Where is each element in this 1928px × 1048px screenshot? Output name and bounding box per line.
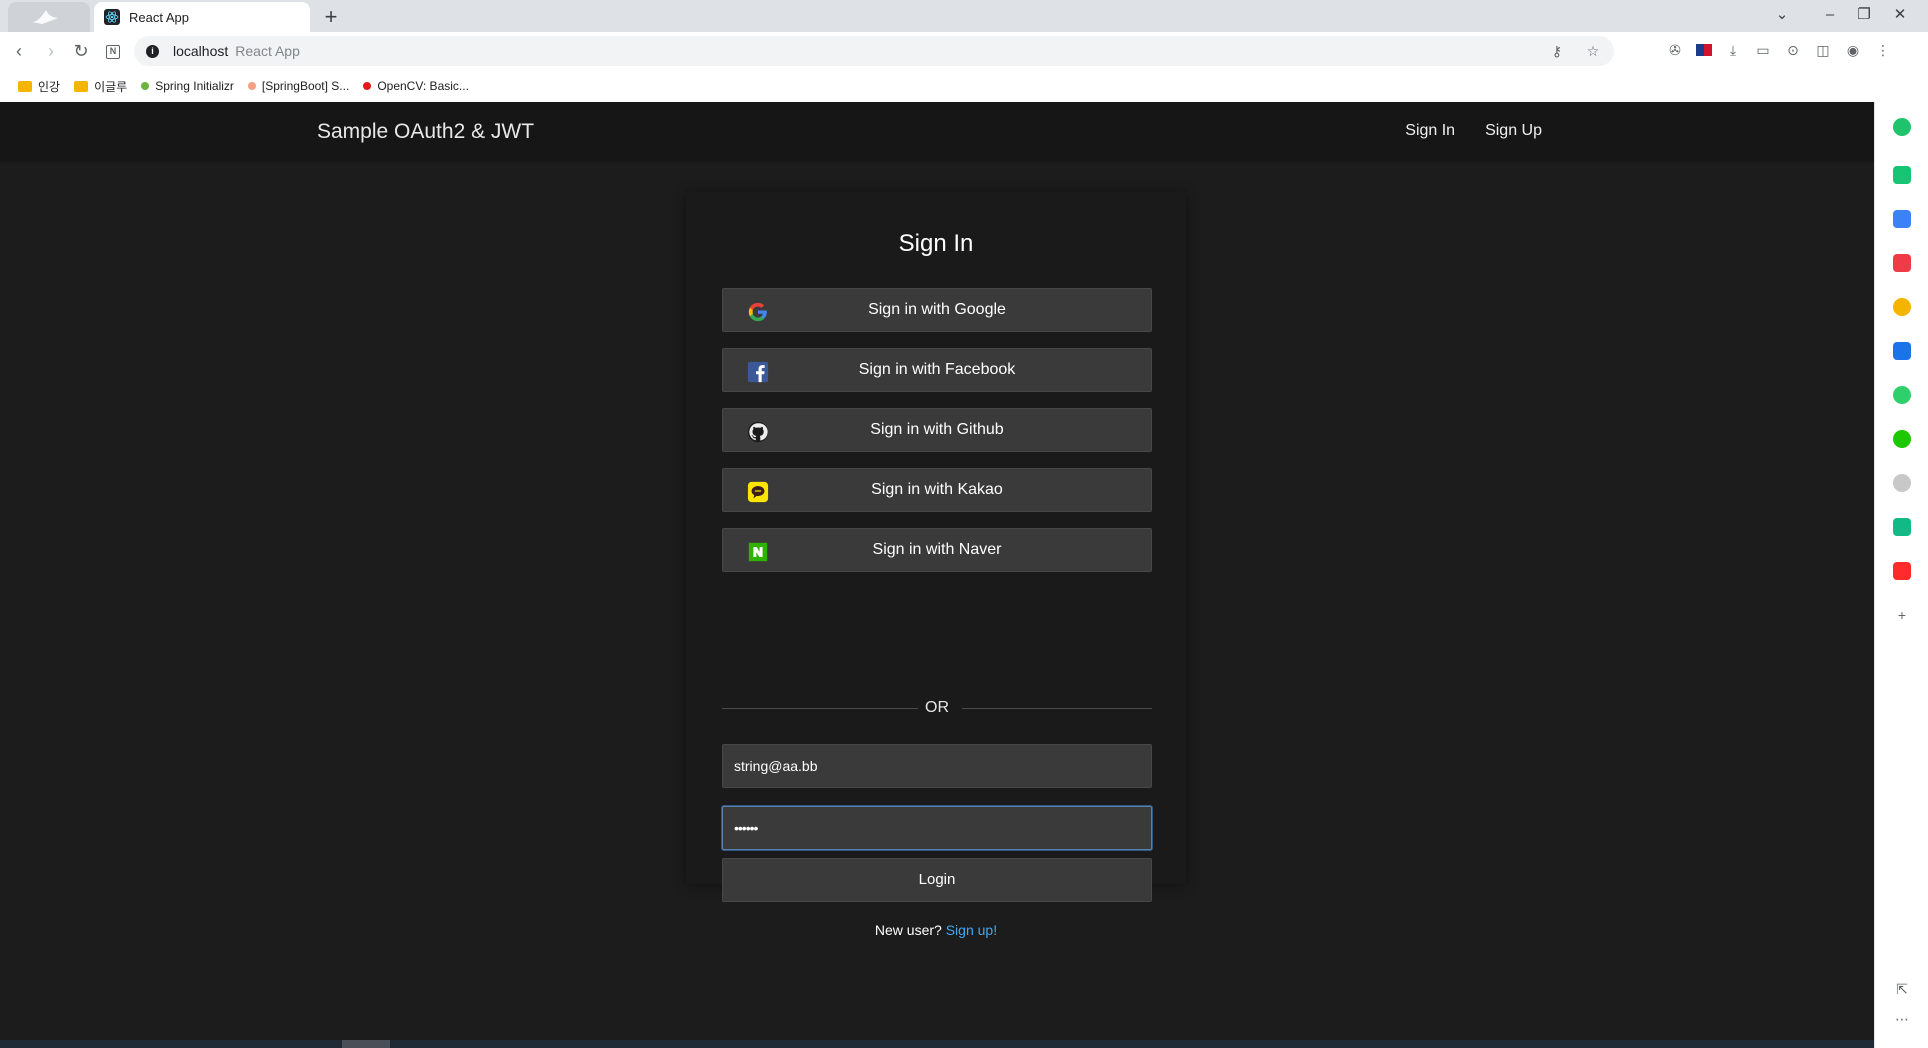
profile-icon[interactable]: ◉: [1844, 41, 1862, 59]
now-icon[interactable]: [1893, 562, 1911, 580]
app-root: Sample OAuth2 & JWT Sign In Sign Up Sign…: [0, 102, 1874, 1048]
tab-search-icon[interactable]: ⌄: [1768, 4, 1796, 26]
back-icon[interactable]: ‹: [8, 40, 30, 62]
github-signin-label: Sign in with Github: [870, 421, 1004, 438]
github-signin-button[interactable]: Sign in with Github: [722, 408, 1152, 452]
kakao-icon: [747, 481, 769, 503]
chat-icon[interactable]: [1893, 430, 1911, 448]
extension-icon[interactable]: ✇: [1666, 41, 1684, 59]
kakao-signin-button[interactable]: Sign in with Kakao: [722, 468, 1152, 512]
spring-icon: [141, 82, 150, 90]
notification-icon[interactable]: [1893, 166, 1911, 184]
browser-toolbar: ‹ › ↻ N i localhost React App ⚷ ☆ ✇ ⤓ ▭ …: [0, 32, 1928, 70]
browser-tab-strip: React App + ⌄ – ❐ ✕: [0, 0, 1928, 32]
bookmark-springboot[interactable]: [SpringBoot] S...: [247, 79, 349, 93]
facebook-icon: [747, 361, 769, 383]
google-icon: [748, 302, 767, 322]
screenshot-icon[interactable]: ⊙: [1784, 41, 1802, 59]
url-page-title: React App: [235, 43, 300, 59]
github-icon: [747, 421, 769, 443]
pinned-tab[interactable]: [8, 2, 90, 32]
bookmark-star-icon[interactable]: ☆: [1584, 42, 1602, 60]
app-nav: Sign In Sign Up: [1405, 122, 1542, 140]
bookmark-folder-1[interactable]: 인강: [18, 78, 60, 95]
login-button[interactable]: Login: [722, 858, 1152, 902]
reload-icon[interactable]: ↻: [70, 40, 92, 62]
new-tab-button[interactable]: +: [318, 4, 344, 30]
nav-sign-in-link[interactable]: Sign In: [1405, 122, 1455, 140]
blog-icon: [247, 82, 256, 90]
papago-icon[interactable]: [1893, 342, 1911, 360]
play-icon[interactable]: [1893, 386, 1911, 404]
flag-icon[interactable]: [1696, 44, 1712, 56]
taskbar-edge: [0, 1040, 1874, 1048]
tab-title: React App: [129, 9, 189, 25]
bookmark-folder-2[interactable]: 이글루: [74, 78, 127, 95]
pocket-icon[interactable]: [1893, 254, 1911, 272]
facebook-signin-label: Sign in with Facebook: [858, 361, 1016, 378]
or-divider: OR: [722, 699, 1152, 719]
open-external-icon[interactable]: ⇱: [1893, 980, 1911, 998]
restore-icon[interactable]: ❐: [1850, 4, 1878, 26]
add-app-icon[interactable]: +: [1893, 606, 1911, 624]
google-signin-label: Sign in with Google: [868, 301, 1006, 318]
forward-icon[interactable]: ›: [40, 40, 62, 62]
signup-link[interactable]: Sign up!: [946, 922, 997, 938]
url-host: localhost: [173, 43, 229, 59]
naver-signin-label: Sign in with Naver: [872, 541, 1002, 558]
reader-icon[interactable]: N: [102, 40, 124, 62]
opencv-icon: [363, 82, 372, 90]
bookmarks-bar: 인강 이글루 Spring Initializr [SpringBoot] S.…: [0, 70, 1928, 102]
address-bar[interactable]: i localhost React App ⚷ ☆: [134, 36, 1614, 66]
react-icon: [104, 9, 120, 25]
naver-signin-button[interactable]: Sign in with Naver: [722, 528, 1152, 572]
bookmark-opencv[interactable]: OpenCV: Basic...: [363, 79, 469, 93]
password-field[interactable]: [722, 806, 1152, 850]
signup-prompt: New user? Sign up!: [686, 922, 1186, 938]
active-tab[interactable]: React App: [94, 2, 310, 32]
browser-side-panel: + ⇱ ⋯: [1874, 102, 1928, 1048]
close-window-icon[interactable]: ✕: [1886, 4, 1914, 26]
email-field[interactable]: [722, 744, 1152, 788]
app-brand[interactable]: Sample OAuth2 & JWT: [317, 120, 534, 144]
calendar-icon[interactable]: [1893, 210, 1911, 228]
naver-icon: [748, 542, 768, 562]
whale-icon[interactable]: [1893, 118, 1911, 136]
bookmark-spring-initializr[interactable]: Spring Initializr: [141, 79, 234, 93]
cast-icon[interactable]: ▭: [1754, 41, 1772, 59]
download-icon[interactable]: ⤓: [1724, 41, 1742, 59]
site-info-icon[interactable]: i: [146, 44, 159, 58]
google-signin-button[interactable]: Sign in with Google: [722, 288, 1152, 332]
taskbar-item: [342, 1040, 390, 1048]
login-card: Sign In Sign in with Google Sign in with…: [686, 192, 1186, 938]
folder-icon: [74, 80, 89, 92]
or-label: OR: [925, 699, 949, 716]
new-user-text: New user?: [874, 922, 942, 938]
key-icon[interactable]: ⚷: [1548, 42, 1566, 60]
facebook-signin-button[interactable]: Sign in with Facebook: [722, 348, 1152, 392]
login-title: Sign In: [898, 230, 974, 257]
character-icon[interactable]: [1893, 474, 1911, 492]
webtoon-icon[interactable]: [1893, 518, 1911, 536]
bird-icon: [32, 10, 58, 24]
favorites-icon[interactable]: [1893, 298, 1911, 316]
kakao-signin-label: Sign in with Kakao: [871, 481, 1003, 498]
more-icon[interactable]: ⋯: [1893, 1010, 1911, 1028]
app-header: Sample OAuth2 & JWT Sign In Sign Up: [0, 102, 1874, 162]
folder-icon: [18, 80, 32, 92]
menu-icon[interactable]: ⋮: [1874, 41, 1892, 59]
nav-sign-up-link[interactable]: Sign Up: [1485, 122, 1542, 140]
sidepanel-icon[interactable]: ◫: [1814, 41, 1832, 59]
minimize-icon[interactable]: –: [1816, 4, 1844, 26]
